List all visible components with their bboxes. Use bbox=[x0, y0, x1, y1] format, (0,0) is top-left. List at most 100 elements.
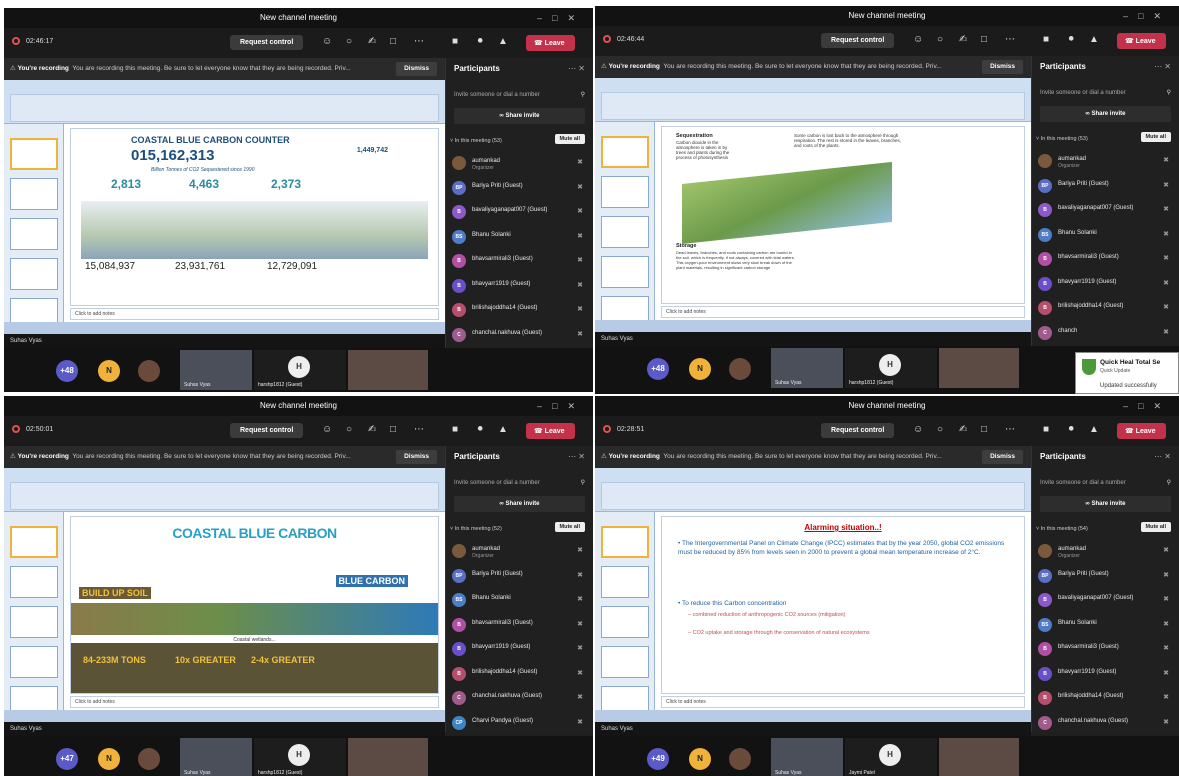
participant-row[interactable]: B bavaliyaganapat007 (Guest) ✖ bbox=[452, 201, 587, 226]
request-control-button[interactable]: Request control bbox=[821, 423, 895, 438]
slide-thumbnail[interactable] bbox=[601, 526, 649, 558]
leave-button[interactable]: ☎ Leave bbox=[526, 35, 575, 51]
participant-video-tile[interactable] bbox=[348, 738, 428, 776]
overflow-participants[interactable]: +48 bbox=[56, 360, 78, 382]
participant-row[interactable]: BS Bhanu Solanki ✖ bbox=[452, 589, 587, 614]
slide-thumbnail[interactable] bbox=[601, 136, 649, 168]
participant-row[interactable]: B brilishajoddha14 (Guest) ✖ bbox=[1038, 687, 1173, 712]
mic-off-icon[interactable]: ⚫ bbox=[1067, 424, 1075, 435]
participant-row[interactable]: C chanchal.nakhuva (Guest) ✖ bbox=[452, 324, 587, 349]
slide-thumbnail[interactable] bbox=[601, 256, 649, 288]
leave-button[interactable]: ☎ Leave bbox=[1117, 423, 1166, 439]
camera-icon[interactable]: ■ bbox=[452, 424, 458, 435]
overflow-participants[interactable]: +49 bbox=[647, 748, 669, 770]
avatar[interactable] bbox=[138, 360, 160, 382]
mic-muted-icon[interactable]: ✖ bbox=[577, 571, 583, 579]
guest-video-tile[interactable]: H harshp1812 (Guest) bbox=[845, 348, 937, 388]
request-control-button[interactable]: Request control bbox=[230, 35, 304, 50]
mic-muted-icon[interactable]: ✖ bbox=[1163, 693, 1169, 701]
participant-row[interactable]: BS Bhanu Solanki ✖ bbox=[1038, 224, 1173, 249]
chat-icon[interactable]: ○ bbox=[346, 36, 352, 47]
share-tray-icon[interactable]: □ bbox=[390, 36, 396, 47]
mic-muted-icon[interactable]: ✖ bbox=[577, 693, 583, 701]
invite-search-input[interactable]: Invite someone or dial a number ⚲ bbox=[1040, 476, 1171, 490]
mic-muted-icon[interactable]: ✖ bbox=[1163, 279, 1169, 287]
share-icon[interactable]: ▲ bbox=[1089, 424, 1099, 435]
participant-row[interactable]: B bhavsarmirali3 (Guest) ✖ bbox=[1038, 248, 1173, 273]
participant-row[interactable]: BP Bariya Priti (Guest) ✖ bbox=[452, 565, 587, 590]
mic-muted-icon[interactable]: ✖ bbox=[1163, 644, 1169, 652]
slide-thumbnail[interactable] bbox=[601, 216, 649, 248]
guest-video-tile[interactable]: H Jaymi Patel bbox=[845, 738, 937, 776]
camera-icon[interactable]: ■ bbox=[1043, 34, 1049, 45]
participant-row[interactable]: B bavaliyaganapat007 (Guest) ✖ bbox=[1038, 199, 1173, 224]
participant-row[interactable]: C chanchal.nakhuva (Guest) ✖ bbox=[1038, 712, 1173, 737]
slide-thumbnail[interactable] bbox=[601, 566, 649, 598]
share-tray-icon[interactable]: □ bbox=[981, 34, 987, 45]
mic-muted-icon[interactable]: ✖ bbox=[577, 256, 583, 264]
slide-thumbnail[interactable] bbox=[601, 176, 649, 208]
participant-video-tile[interactable] bbox=[348, 350, 428, 390]
slide-thumbnail[interactable] bbox=[10, 138, 58, 170]
people-icon[interactable]: ☺ bbox=[913, 34, 923, 45]
notes-pane[interactable]: Click to add notes bbox=[70, 308, 439, 320]
participant-row[interactable]: aumankad Organizer ✖ bbox=[1038, 540, 1173, 565]
participant-row[interactable]: aumankad Organizer ✖ bbox=[1038, 150, 1173, 175]
share-invite-button[interactable]: ∞ Share invite bbox=[454, 496, 585, 512]
participant-row[interactable]: B brilishajoddha14 (Guest) ✖ bbox=[452, 663, 587, 688]
mic-off-icon[interactable]: ⚫ bbox=[476, 424, 484, 435]
participant-row[interactable]: BP Bariya Priti (Guest) ✖ bbox=[1038, 565, 1173, 590]
participant-row[interactable]: BS Bhanu Solanki ✖ bbox=[1038, 614, 1173, 639]
participant-row[interactable]: aumankad Organizer ✖ bbox=[452, 540, 587, 565]
slide-thumbnail[interactable] bbox=[10, 178, 58, 210]
guest-video-tile[interactable]: H harshp1812 (Guest) bbox=[254, 738, 346, 776]
mic-muted-icon[interactable]: ✖ bbox=[577, 620, 583, 628]
request-control-button[interactable]: Request control bbox=[230, 423, 304, 438]
mic-muted-icon[interactable]: ✖ bbox=[1163, 205, 1169, 213]
speaker-video-tile[interactable]: Suhas Vyas bbox=[180, 738, 252, 776]
slide-thumbnail[interactable] bbox=[10, 258, 58, 290]
chat-icon[interactable]: ○ bbox=[937, 34, 943, 45]
mic-muted-icon[interactable]: ✖ bbox=[1163, 595, 1169, 603]
participant-row[interactable]: C chanchal.nakhuva (Guest) ✖ bbox=[452, 687, 587, 712]
chat-icon[interactable]: ○ bbox=[346, 424, 352, 435]
overflow-participants[interactable]: +47 bbox=[56, 748, 78, 770]
reactions-icon[interactable]: ✍ bbox=[959, 424, 967, 435]
mic-off-icon[interactable]: ⚫ bbox=[476, 36, 484, 47]
dismiss-button[interactable]: Dismiss bbox=[396, 450, 437, 464]
reactions-icon[interactable]: ✍ bbox=[368, 424, 376, 435]
mute-all-button[interactable]: Mute all bbox=[554, 522, 585, 532]
invite-search-input[interactable]: Invite someone or dial a number ⚲ bbox=[454, 476, 585, 490]
share-tray-icon[interactable]: □ bbox=[390, 424, 396, 435]
notes-pane[interactable]: Click to add notes bbox=[661, 306, 1025, 318]
participant-row[interactable]: C chanch ✖ bbox=[1038, 322, 1173, 347]
mic-muted-icon[interactable]: ✖ bbox=[1163, 156, 1169, 164]
mic-muted-icon[interactable]: ✖ bbox=[577, 718, 583, 726]
avatar[interactable] bbox=[729, 358, 751, 380]
more-icon[interactable]: ⋯ bbox=[414, 36, 424, 47]
people-icon[interactable]: ☺ bbox=[913, 424, 923, 435]
speaker-video-tile[interactable]: Suhas Vyas bbox=[180, 350, 252, 390]
participant-row[interactable]: B brilishajoddha14 (Guest) ✖ bbox=[452, 299, 587, 324]
window-controls[interactable]: –□✕ bbox=[1123, 6, 1171, 26]
share-icon[interactable]: ▲ bbox=[1089, 34, 1099, 45]
mic-muted-icon[interactable]: ✖ bbox=[1163, 669, 1169, 677]
mic-muted-icon[interactable]: ✖ bbox=[1163, 718, 1169, 726]
mic-muted-icon[interactable]: ✖ bbox=[577, 158, 583, 166]
share-icon[interactable]: ▲ bbox=[498, 36, 508, 47]
mic-muted-icon[interactable]: ✖ bbox=[1163, 303, 1169, 311]
participant-row[interactable]: BP Bariya Priti (Guest) ✖ bbox=[452, 177, 587, 202]
camera-icon[interactable]: ■ bbox=[1043, 424, 1049, 435]
more-icon[interactable]: ⋯ bbox=[1005, 424, 1015, 435]
participant-video-tile[interactable] bbox=[939, 348, 1019, 388]
slide-thumbnail[interactable] bbox=[601, 606, 649, 638]
leave-button[interactable]: ☎ Leave bbox=[526, 423, 575, 439]
slide-thumbnail[interactable] bbox=[10, 526, 58, 558]
chat-icon[interactable]: ○ bbox=[937, 424, 943, 435]
request-control-button[interactable]: Request control bbox=[821, 33, 895, 48]
slide-thumbnail[interactable] bbox=[10, 566, 58, 598]
avatar[interactable] bbox=[138, 748, 160, 770]
participant-row[interactable]: B brilishajoddha14 (Guest) ✖ bbox=[1038, 297, 1173, 322]
participant-row[interactable]: aumankad Organizer ✖ bbox=[452, 152, 587, 177]
participant-row[interactable]: BS Bhanu Solanki ✖ bbox=[452, 226, 587, 251]
